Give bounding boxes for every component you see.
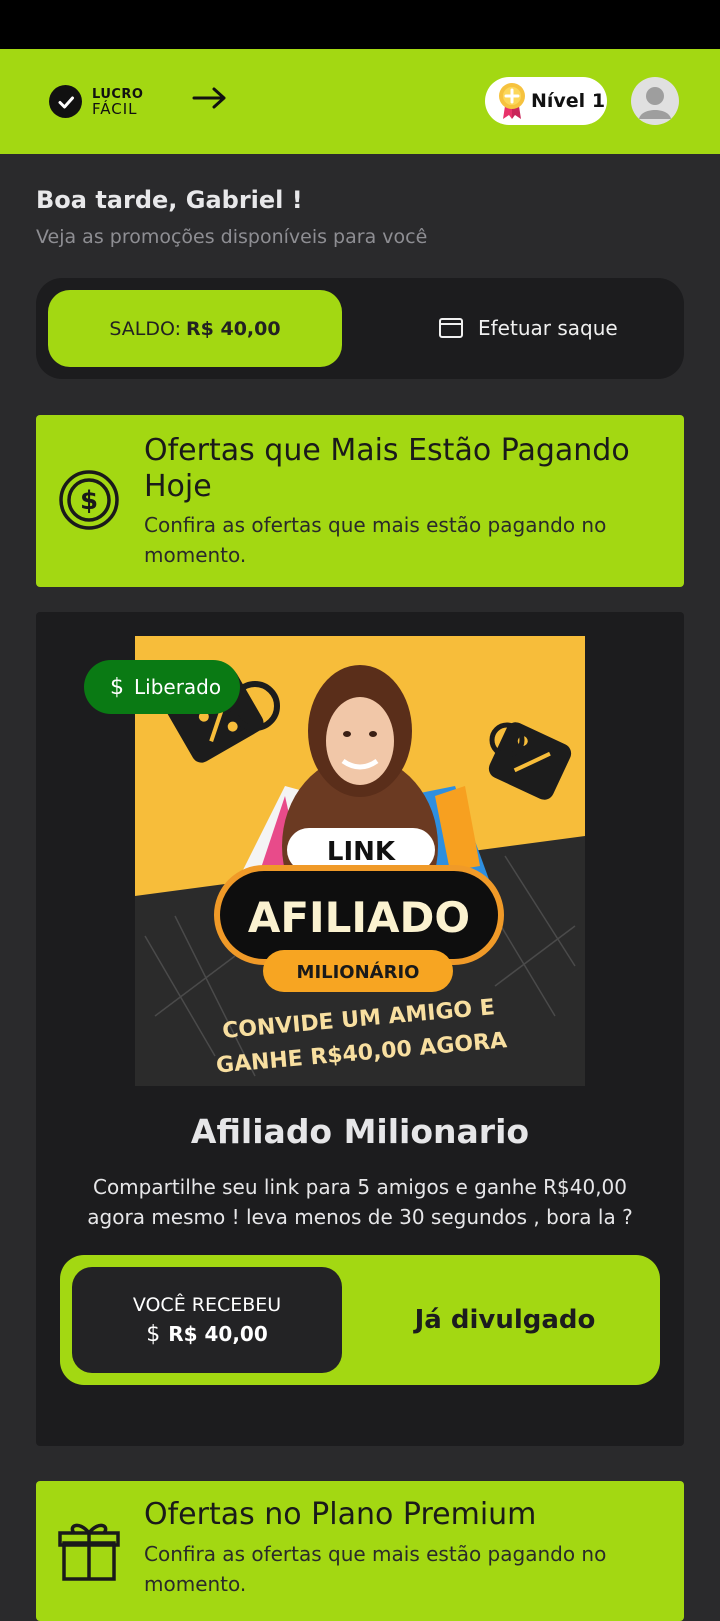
balance-bar: SALDO: R$ 40,00 Efetuar saque <box>36 278 684 379</box>
status-bar <box>0 0 720 49</box>
offer-action-bar: VOCÊ RECEBEU $ R$ 40,00 Já divulgado <box>60 1255 660 1385</box>
balance-label: SALDO: <box>109 317 182 340</box>
promo-afiliado-text: AFILIADO <box>248 893 470 942</box>
received-value: R$ 40,00 <box>168 1322 268 1346</box>
received-value-row: $ R$ 40,00 <box>146 1322 268 1347</box>
status-badge: $ Liberado <box>84 660 240 714</box>
dollar-icon: $ <box>110 674 124 700</box>
premium-offers-banner[interactable]: Ofertas no Plano Premium Confira as ofer… <box>36 1481 684 1621</box>
avatar[interactable] <box>631 77 679 125</box>
top-offers-banner[interactable]: $ Ofertas que Mais Estão Pagando Hoje Co… <box>36 415 684 587</box>
logo-text-line2: FÁCIL <box>92 99 138 118</box>
arrow-right-icon[interactable] <box>192 84 228 112</box>
medal-icon <box>499 83 525 119</box>
level-label: Nível 1 <box>531 90 606 112</box>
offer-description: Compartilhe seu link para 5 amigos e gan… <box>87 1175 633 1229</box>
check-icon <box>49 85 82 118</box>
offer-card: LINK AFILIADO MILIONÁRIO CONVIDE UM AMIG… <box>36 612 684 1446</box>
level-badge[interactable]: Nível 1 <box>485 77 607 125</box>
banner-title: Ofertas que Mais Estão Pagando Hoje <box>144 433 630 504</box>
svg-text:$: $ <box>80 486 98 516</box>
balance-value: R$ 40,00 <box>186 317 281 340</box>
gift-icon <box>58 1519 120 1587</box>
dollar-icon: $ <box>146 1321 161 1347</box>
app-logo[interactable]: LUCRO FÁCIL <box>49 85 143 118</box>
dollar-circle-icon: $ <box>58 469 120 535</box>
promo-milionario-text: MILIONÁRIO <box>297 961 420 983</box>
banner-description: Confira as ofertas que mais estão pagand… <box>144 1542 607 1596</box>
offer-title: Afiliado Milionario <box>190 1112 530 1151</box>
app-header: LUCRO FÁCIL Nível 1 <box>0 49 720 154</box>
received-label: VOCÊ RECEBEU <box>132 1293 282 1316</box>
withdraw-label: Efetuar saque <box>478 316 618 340</box>
balance-pill[interactable]: SALDO: R$ 40,00 <box>48 290 342 367</box>
status-badge-label: Liberado <box>134 675 222 699</box>
greeting-subtitle: Veja as promoções disponíveis para você <box>36 226 428 248</box>
card-icon <box>439 318 463 338</box>
already-shared-button[interactable]: Já divulgado <box>360 1255 650 1385</box>
promo-link-text: LINK <box>327 837 396 867</box>
banner-title: Ofertas no Plano Premium <box>144 1497 537 1532</box>
received-box: VOCÊ RECEBEU $ R$ 40,00 <box>72 1267 342 1373</box>
banner-description: Confira as ofertas que mais estão pagand… <box>144 513 607 567</box>
withdraw-button[interactable]: Efetuar saque <box>438 308 618 348</box>
greeting-title: Boa tarde, Gabriel ! <box>36 186 303 214</box>
